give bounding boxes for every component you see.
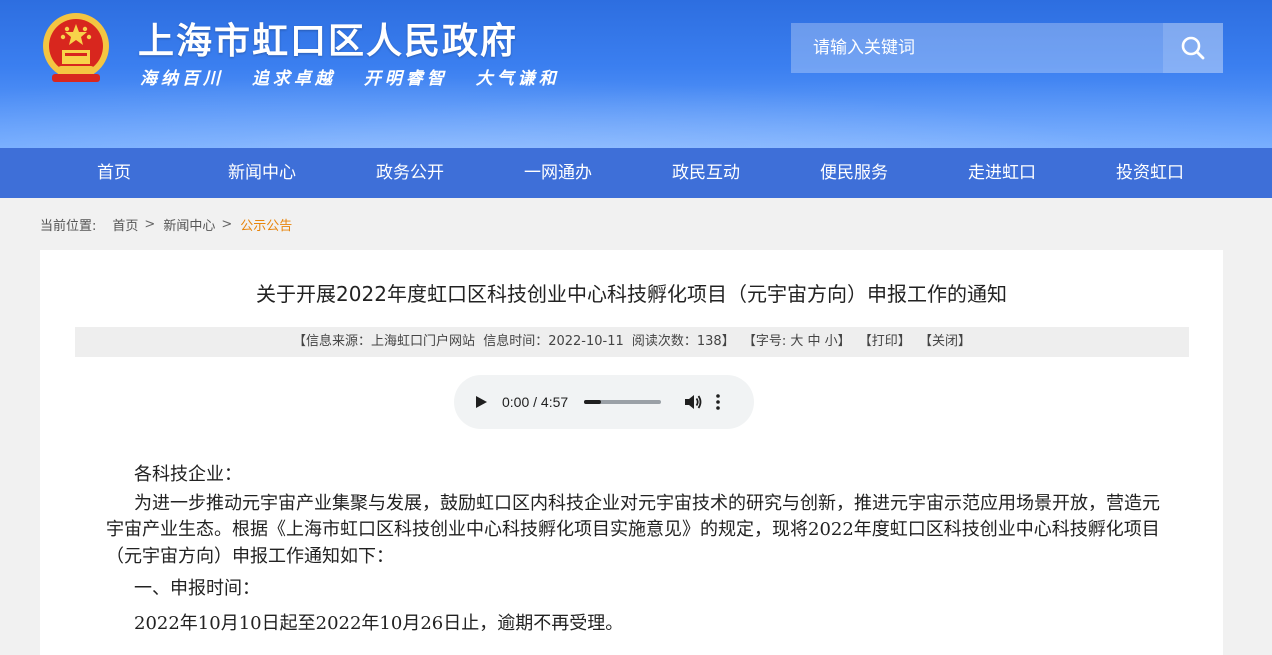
search-box: [791, 23, 1223, 73]
meta-source: 【信息来源：上海虹口门户网站: [293, 334, 476, 349]
nav-item-invest[interactable]: 投资虹口: [1076, 148, 1224, 198]
nav-item-one-net-service[interactable]: 一网通办: [484, 148, 632, 198]
article-card: 关于开展2022年度虹口区科技创业中心科技孵化项目（元宇宙方向）申报工作的通知 …: [40, 250, 1223, 655]
search-input[interactable]: [791, 23, 1163, 73]
site-slogan: 海纳百川 追求卓越 开明睿智 大气谦和: [140, 69, 560, 89]
audio-time: 0:00 / 4:57: [502, 394, 569, 410]
audio-progress-fill: [584, 400, 602, 404]
nav-item-about-hongkou[interactable]: 走进虹口: [928, 148, 1076, 198]
article-meta-bar: 【信息来源：上海虹口门户网站 信息时间：2022-10-11 阅读次数：138】…: [75, 327, 1189, 357]
article-title: 关于开展2022年度虹口区科技创业中心科技孵化项目（元宇宙方向）申报工作的通知: [256, 282, 1007, 306]
meta-views: 阅读次数：138】: [631, 334, 735, 349]
breadcrumb-separator: >: [144, 216, 156, 232]
close-link[interactable]: 【关闭】: [919, 334, 971, 349]
audio-player: 0:00 / 4:57: [454, 375, 754, 429]
national-emblem-icon: [40, 10, 112, 86]
volume-icon[interactable]: [683, 392, 703, 412]
breadcrumb-home[interactable]: 首页: [112, 215, 138, 234]
font-size-control[interactable]: 【字号: 大 中 小】: [743, 334, 851, 349]
salutation: 各科技企业：: [134, 464, 242, 485]
nav-item-news[interactable]: 新闻中心: [188, 148, 336, 198]
site-title: 上海市虹口区人民政府: [138, 21, 519, 62]
nav-item-interaction[interactable]: 政民互动: [632, 148, 780, 198]
article-body: 各科技企业： 为进一步推动元宇宙产业集聚与发展，鼓励虹口区内科技企业对元宇宙技术…: [106, 462, 1166, 637]
breadcrumb-news[interactable]: 新闻中心: [163, 215, 215, 234]
section-heading: 一、申报时间：: [134, 578, 260, 599]
breadcrumb: 当前位置: 首页 > 新闻中心 > 公示公告: [40, 214, 298, 234]
search-icon: [1181, 36, 1205, 60]
search-button[interactable]: [1163, 23, 1223, 73]
meta-date: 信息时间：2022-10-11: [483, 334, 624, 349]
nav-item-services[interactable]: 便民服务: [780, 148, 928, 198]
breadcrumb-separator: >: [221, 216, 233, 232]
breadcrumb-current[interactable]: 公示公告: [240, 215, 292, 234]
site-header: 上海市虹口区人民政府 海纳百川 追求卓越 开明睿智 大气谦和: [0, 0, 1272, 148]
audio-progress-slider[interactable]: [584, 400, 662, 404]
nav-item-government-affairs[interactable]: 政务公开: [336, 148, 484, 198]
play-icon[interactable]: [474, 395, 488, 409]
section-body: 2022年10月10日起至2022年10月26日止，逾期不再受理。: [134, 612, 624, 634]
nav-item-home[interactable]: 首页: [40, 148, 188, 198]
body-paragraph: 为进一步推动元宇宙产业集聚与发展，鼓励虹口区内科技企业对元宇宙技术的研究与创新，…: [106, 492, 1160, 567]
breadcrumb-label: 当前位置:: [40, 218, 97, 234]
more-options-icon[interactable]: [715, 393, 721, 411]
main-nav: 首页 新闻中心 政务公开 一网通办 政民互动 便民服务 走进虹口 投资虹口: [0, 148, 1272, 198]
print-link[interactable]: 【打印】: [859, 334, 911, 349]
